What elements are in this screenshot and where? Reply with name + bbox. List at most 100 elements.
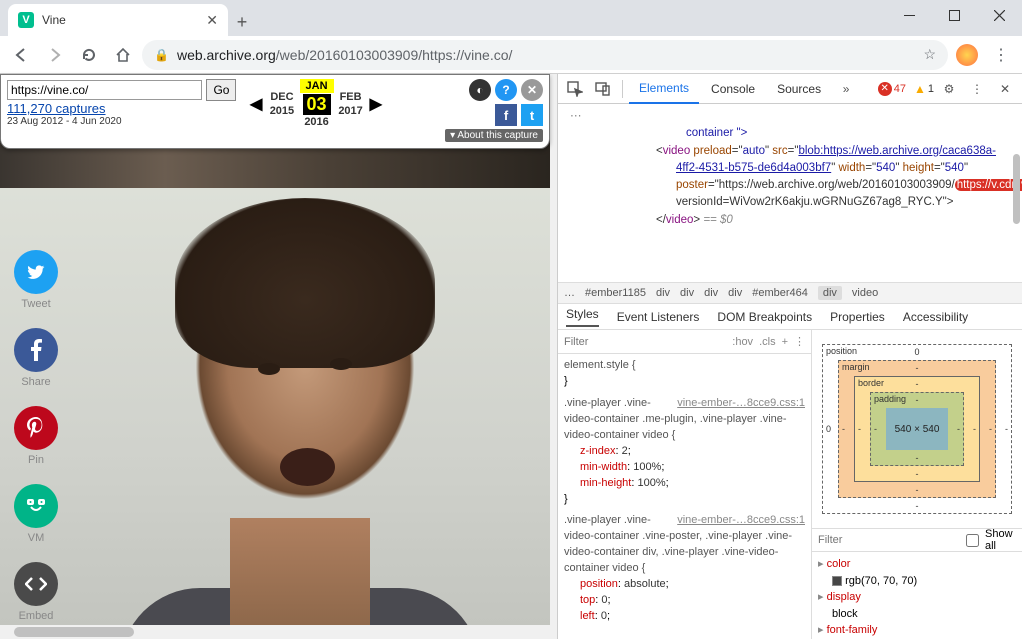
- wayback-url-group: Go 111,270 captures 23 Aug 2012 - 4 Jun …: [7, 79, 242, 127]
- vine-favicon: V: [18, 12, 34, 28]
- wayback-month-current: JAN: [300, 79, 334, 93]
- wayback-captures-link[interactable]: 111,270 captures: [7, 101, 242, 116]
- address-bar[interactable]: 🔒 web.archive.org/web/20160103003909/htt…: [142, 40, 948, 70]
- devtools-close-icon[interactable]: ✕: [992, 76, 1018, 102]
- video-content-shape: [258, 363, 280, 375]
- warning-count: 1: [928, 83, 934, 95]
- new-tab-button[interactable]: +: [228, 8, 256, 36]
- forward-button[interactable]: [40, 40, 70, 70]
- wayback-month-next[interactable]: FEB: [334, 90, 368, 104]
- computed-filter-input[interactable]: [818, 534, 960, 546]
- dom-scrollbar-thumb[interactable]: [1013, 154, 1020, 224]
- device-toggle-icon[interactable]: [590, 76, 616, 102]
- browser-menu-button[interactable]: ⋮: [986, 45, 1016, 65]
- source-file-link[interactable]: vine-ember-…8cce9.css:1: [677, 513, 805, 529]
- devtools-panel: Elements Console Sources » ✕47 ▲1 ⚙ ⋮ ✕ …: [557, 74, 1022, 639]
- tab-console[interactable]: Console: [701, 75, 765, 103]
- wayback-next-arrow[interactable]: ▶: [368, 94, 384, 114]
- share-button[interactable]: [14, 328, 58, 372]
- browser-tab-strip: V Vine ✕ +: [0, 0, 1022, 36]
- subtab-dom-breakpoints[interactable]: DOM Breakpoints: [717, 310, 812, 324]
- error-badge-icon[interactable]: ✕: [878, 82, 892, 96]
- add-rule-icon[interactable]: +: [782, 336, 788, 348]
- devtools-tab-bar: Elements Console Sources » ✕47 ▲1 ⚙ ⋮ ✕: [558, 74, 1022, 104]
- tweet-label: Tweet: [21, 298, 50, 310]
- minimize-button[interactable]: [887, 0, 932, 30]
- bookmark-star-icon[interactable]: ☆: [923, 46, 936, 63]
- pin-label: Pin: [28, 454, 44, 466]
- facebook-share-icon[interactable]: f: [495, 104, 517, 126]
- dom-tree[interactable]: ⋯ container "> <video preload="auto" src…: [558, 104, 1022, 282]
- styles-menu-icon[interactable]: ⋮: [794, 335, 805, 348]
- source-file-link[interactable]: vine-ember-…8cce9.css:1: [677, 396, 805, 412]
- vm-button[interactable]: [14, 484, 58, 528]
- browser-toolbar: 🔒 web.archive.org/web/20160103003909/htt…: [0, 36, 1022, 74]
- subtab-properties[interactable]: Properties: [830, 310, 885, 324]
- wayback-user-icon[interactable]: ◐: [469, 79, 491, 101]
- divider: [622, 80, 623, 98]
- wayback-day-current: 03: [303, 94, 331, 115]
- warning-badge-icon[interactable]: ▲: [914, 82, 926, 96]
- embed-button[interactable]: [14, 562, 58, 606]
- home-button[interactable]: [108, 40, 138, 70]
- styles-filter-input[interactable]: [564, 336, 726, 348]
- box-model[interactable]: position 0 0 - - margin - - - - border: [812, 330, 1022, 528]
- cls-toggle[interactable]: .cls: [759, 336, 776, 348]
- lock-icon: 🔒: [154, 48, 169, 62]
- subtab-accessibility[interactable]: Accessibility: [903, 310, 968, 324]
- wayback-go-button[interactable]: Go: [206, 79, 236, 101]
- inspect-element-icon[interactable]: [562, 76, 588, 102]
- close-tab-icon[interactable]: ✕: [206, 12, 218, 29]
- devtools-settings-icon[interactable]: ⚙: [936, 76, 962, 102]
- styles-body[interactable]: element.style {} vine-ember-…8cce9.css:1…: [558, 354, 811, 639]
- tab-sources[interactable]: Sources: [767, 75, 831, 103]
- pin-button[interactable]: [14, 406, 58, 450]
- subtab-event-listeners[interactable]: Event Listeners: [617, 310, 700, 324]
- wayback-close-icon[interactable]: ✕: [521, 79, 543, 101]
- wayback-help-icon[interactable]: ?: [495, 79, 517, 101]
- styles-subtabs: Styles Event Listeners DOM Breakpoints P…: [558, 304, 1022, 330]
- computed-pane: position 0 0 - - margin - - - - border: [812, 330, 1022, 639]
- wayback-month-prev[interactable]: DEC: [264, 90, 299, 104]
- computed-list[interactable]: ▸ color rgb(70, 70, 70) ▸ display block …: [812, 552, 1022, 639]
- video-content-shape: [280, 448, 335, 486]
- reload-button[interactable]: [74, 40, 104, 70]
- tab-title: Vine: [42, 13, 66, 27]
- styles-pane: :hov .cls + ⋮ element.style {} vine-embe…: [558, 330, 812, 639]
- subtab-styles[interactable]: Styles: [566, 307, 599, 327]
- twitter-share-icon[interactable]: t: [521, 104, 543, 126]
- extension-icon[interactable]: [956, 44, 978, 66]
- browser-tab[interactable]: V Vine ✕: [8, 4, 228, 36]
- window-controls: [887, 0, 1022, 30]
- video-frame[interactable]: [0, 188, 550, 625]
- back-button[interactable]: [6, 40, 36, 70]
- wayback-calendar: ◀ DEC 2015 JAN 03 2016 FEB 2017 ▶: [248, 79, 384, 128]
- video-content-shape: [330, 358, 352, 370]
- dom-highlighted-url: https://v.cdn.vine.co/r/thumbs/65242F0B8…: [955, 179, 1022, 191]
- url-host: web.archive.org: [177, 47, 276, 63]
- maximize-button[interactable]: [932, 0, 977, 30]
- tab-elements[interactable]: Elements: [629, 74, 699, 104]
- box-model-content: 540 × 540: [886, 408, 948, 450]
- show-all-checkbox[interactable]: [966, 534, 979, 547]
- wayback-year-prev: 2015: [270, 105, 294, 117]
- page-viewport: Go 111,270 captures 23 Aug 2012 - 4 Jun …: [0, 74, 557, 639]
- close-window-button[interactable]: [977, 0, 1022, 30]
- scrollbar-thumb[interactable]: [14, 627, 134, 637]
- wayback-about-button[interactable]: About this capture: [445, 129, 543, 142]
- dom-ellipsis: ⋯: [566, 108, 1014, 125]
- dom-breadcrumbs[interactable]: … #ember1185 div div div div #ember464 d…: [558, 282, 1022, 304]
- share-rail: Tweet Share Pin VM Embed: [14, 250, 58, 622]
- hov-toggle[interactable]: :hov: [732, 336, 753, 348]
- dom-tag: video: [663, 145, 691, 157]
- color-swatch[interactable]: [832, 576, 842, 586]
- more-tabs-icon[interactable]: »: [833, 76, 859, 102]
- wayback-url-input[interactable]: [7, 80, 202, 100]
- share-label: Share: [21, 376, 50, 388]
- page-horizontal-scrollbar[interactable]: [0, 625, 557, 639]
- tweet-button[interactable]: [14, 250, 58, 294]
- vm-label: VM: [28, 532, 45, 544]
- page-vertical-scrollbar[interactable]: [550, 74, 557, 625]
- devtools-menu-icon[interactable]: ⋮: [964, 76, 990, 102]
- wayback-prev-arrow[interactable]: ◀: [248, 94, 264, 114]
